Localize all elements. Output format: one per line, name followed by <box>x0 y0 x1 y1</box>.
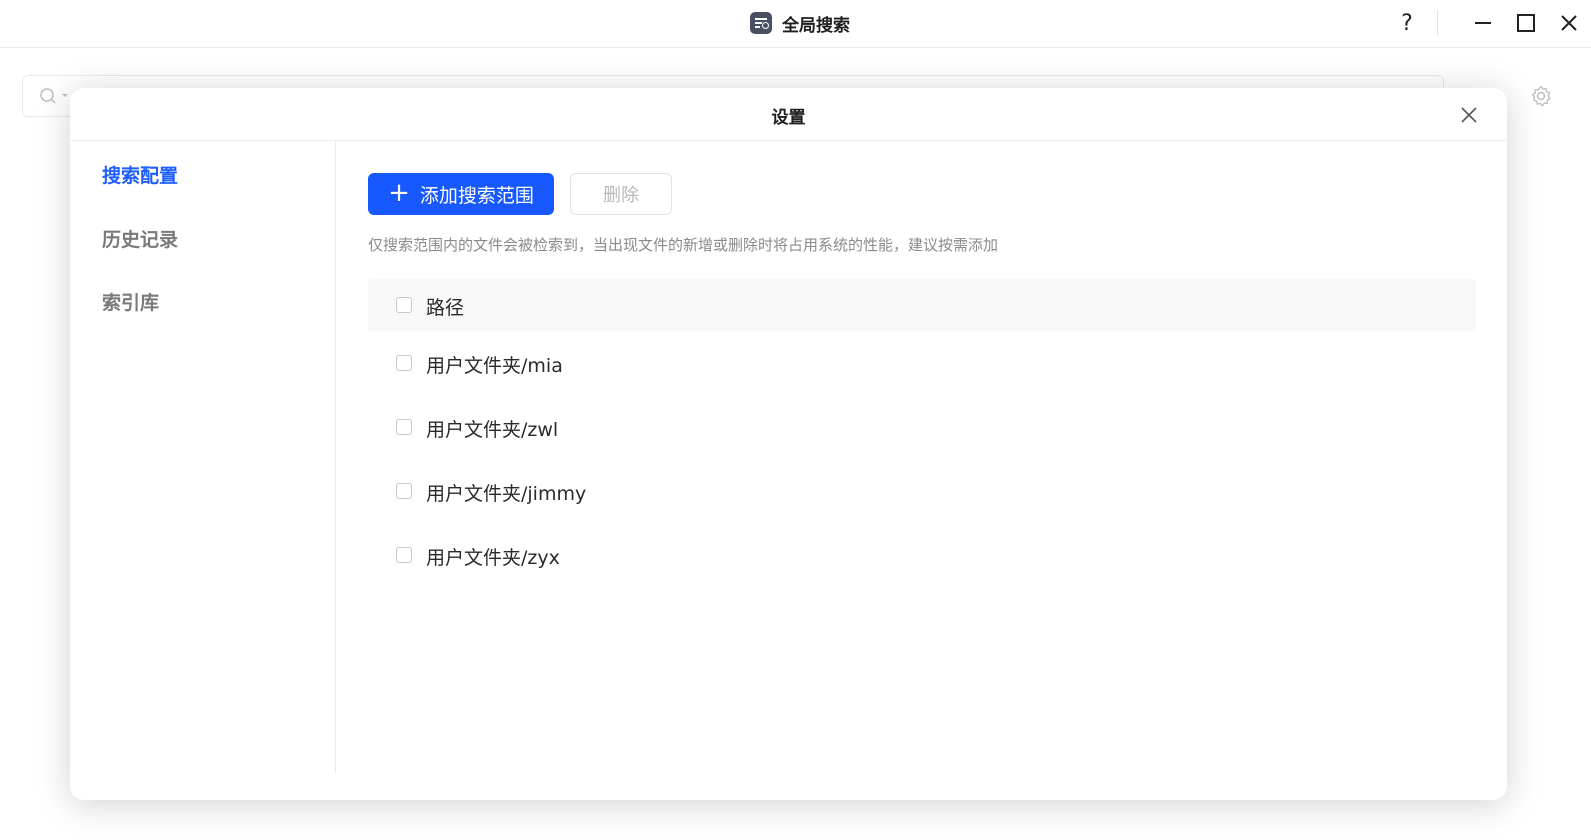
row-checkbox[interactable] <box>396 547 412 563</box>
table-row: 用户文件夹/jimmy <box>368 459 1476 523</box>
delete-button[interactable]: 删除 <box>570 173 672 215</box>
sidebar-item-history[interactable]: 历史记录 <box>102 225 178 252</box>
dialog-title: 设置 <box>771 108 806 128</box>
search-scope-table: 路径 用户文件夹/mia 用户文件夹/zwl 用户文件夹/jimmy 用户文件夹… <box>368 279 1476 587</box>
row-checkbox[interactable] <box>396 483 412 499</box>
settings-content: + 添加搜索范围 删除 仅搜索范围内的文件会被检索到，当出现文件的新增或删除时将… <box>368 141 1476 773</box>
select-all-checkbox[interactable] <box>396 297 412 313</box>
maximize-icon <box>1517 14 1535 32</box>
dialog-close-button[interactable] <box>1456 102 1482 128</box>
sidebar-item-search-config[interactable]: 搜索配置 <box>102 161 178 188</box>
title-bar: 全局搜索 ? <box>0 0 1591 48</box>
minimize-button[interactable] <box>1466 6 1500 40</box>
plus-icon: + <box>388 178 410 208</box>
help-icon: ? <box>1401 10 1413 36</box>
app-icon <box>750 12 772 34</box>
close-window-button[interactable] <box>1552 6 1586 40</box>
path-cell: 用户文件夹/mia <box>426 355 563 377</box>
dialog-header: 设置 <box>70 88 1507 141</box>
sidebar-item-index-library[interactable]: 索引库 <box>102 288 159 315</box>
add-search-scope-button[interactable]: + 添加搜索范围 <box>368 173 554 215</box>
add-search-scope-label: 添加搜索范围 <box>419 184 534 207</box>
path-cell: 用户文件夹/zwl <box>426 419 559 441</box>
path-cell: 用户文件夹/jimmy <box>426 483 587 505</box>
maximize-button[interactable] <box>1509 6 1543 40</box>
close-icon <box>1461 107 1477 123</box>
settings-dialog: 设置 搜索配置 历史记录 索引库 + 添加搜索范围 删除 仅搜索范围内的文件会被… <box>70 88 1507 800</box>
app-title: 全局搜索 <box>750 10 850 36</box>
table-row: 用户文件夹/mia <box>368 331 1476 395</box>
column-header-path: 路径 <box>426 297 465 319</box>
path-cell: 用户文件夹/zyx <box>426 547 560 569</box>
help-button[interactable]: ? <box>1390 6 1424 40</box>
minimize-icon <box>1475 22 1491 24</box>
row-checkbox[interactable] <box>396 419 412 435</box>
table-header: 路径 <box>368 279 1476 331</box>
window-title: 全局搜索 <box>782 15 850 36</box>
title-bar-divider <box>1437 10 1438 36</box>
table-row: 用户文件夹/zyx <box>368 523 1476 587</box>
close-icon <box>1561 15 1577 31</box>
table-row: 用户文件夹/zwl <box>368 395 1476 459</box>
search-scope-hint: 仅搜索范围内的文件会被检索到，当出现文件的新增或删除时将占用系统的性能，建议按需… <box>368 236 999 254</box>
row-checkbox[interactable] <box>396 355 412 371</box>
settings-sidebar: 搜索配置 历史记录 索引库 <box>70 141 336 773</box>
